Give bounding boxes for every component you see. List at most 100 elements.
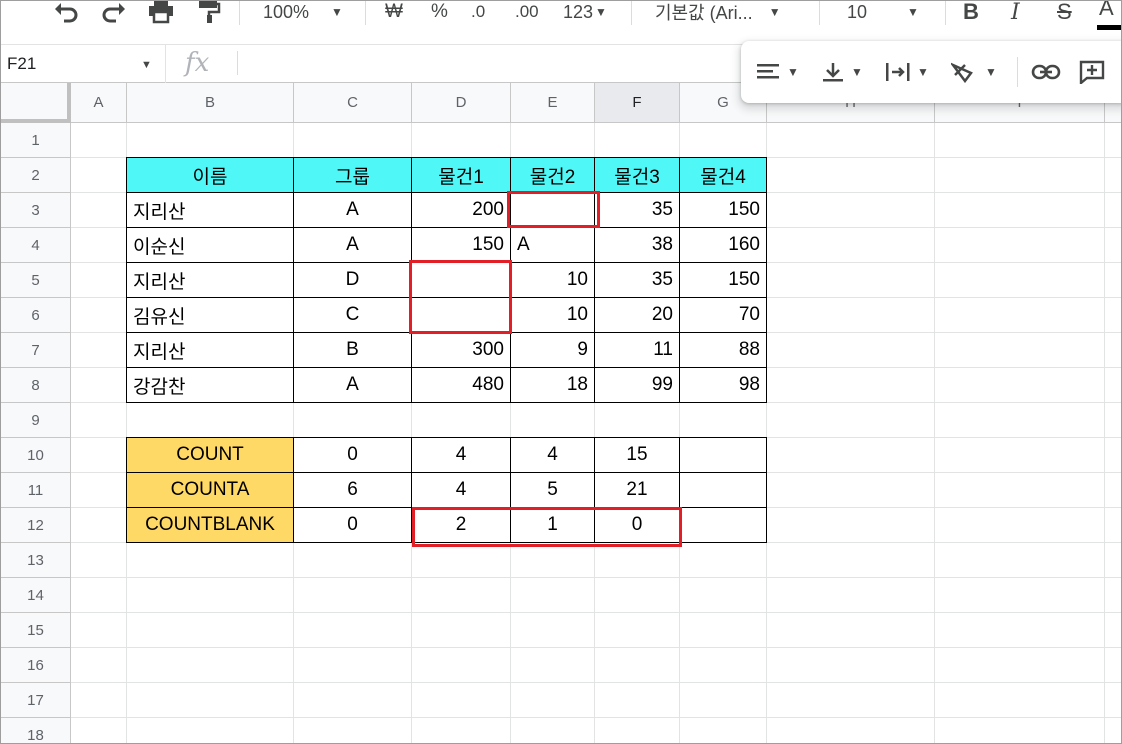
row-header-10[interactable]: 10	[1, 438, 71, 473]
insert-comment-button[interactable]	[1079, 59, 1105, 85]
chevron-down-icon: ▼	[768, 5, 781, 19]
cell-C10[interactable]: 0	[294, 438, 411, 472]
more-formats-button[interactable]: 123 ▼	[563, 1, 607, 29]
decrease-decimal-label: .0	[471, 2, 486, 21]
column-header-a[interactable]: A	[71, 83, 127, 123]
increase-decimal-button[interactable]: .00	[515, 1, 539, 29]
table-border	[293, 367, 294, 403]
table-border	[411, 367, 412, 403]
more-formats-label: 123	[563, 1, 594, 22]
row-header-18[interactable]: 18	[1, 718, 71, 743]
cell-F10[interactable]: 15	[595, 438, 679, 472]
cell-G12[interactable]	[680, 508, 766, 542]
undo-icon[interactable]	[53, 1, 79, 29]
row-header-15[interactable]: 15	[1, 613, 71, 648]
italic-button[interactable]: I	[1011, 0, 1020, 29]
toolbar-divider	[365, 1, 366, 25]
highlight-box-countblank	[412, 507, 682, 547]
row-header-14[interactable]: 14	[1, 578, 71, 613]
row-header-1[interactable]: 1	[1, 123, 71, 158]
cell-reference: F21	[7, 54, 37, 73]
insert-link-button[interactable]	[1031, 59, 1061, 85]
row-header-5[interactable]: 5	[1, 263, 71, 298]
zoom-select[interactable]: 100% ▼	[263, 1, 343, 29]
horizontal-align-button[interactable]: ▼	[757, 59, 799, 85]
gridline	[934, 123, 935, 743]
font-name: 기본값 (Ari...	[655, 3, 753, 23]
strikethrough-label: S	[1057, 0, 1072, 24]
gridline	[71, 647, 1121, 648]
table-border	[679, 367, 680, 403]
cell-F11[interactable]: 21	[595, 473, 679, 507]
row-header-6[interactable]: 6	[1, 298, 71, 333]
highlight-box-e3	[507, 191, 600, 228]
row-header-11[interactable]: 11	[1, 473, 71, 508]
column-header-e[interactable]: E	[511, 83, 595, 123]
vertical-align-button[interactable]: ▼	[821, 59, 863, 85]
increase-decimal-label: .00	[515, 2, 539, 21]
cell-G11[interactable]	[680, 473, 766, 507]
redo-icon[interactable]	[101, 1, 127, 29]
text-rotation-button[interactable]: ▼	[951, 59, 997, 85]
text-color-swatch	[1097, 25, 1121, 30]
cell-D11[interactable]: 4	[412, 473, 510, 507]
print-icon[interactable]	[147, 1, 175, 29]
cell-C11[interactable]: 6	[294, 473, 411, 507]
row-header-3[interactable]: 3	[1, 193, 71, 228]
toolbar-divider	[1017, 57, 1018, 87]
gridline	[71, 577, 1121, 578]
column-header-d[interactable]: D	[412, 83, 511, 123]
strikethrough-button[interactable]: S	[1057, 0, 1072, 29]
row-header-4[interactable]: 4	[1, 228, 71, 263]
row-header-13[interactable]: 13	[1, 543, 71, 578]
row-header-12[interactable]: 12	[1, 508, 71, 543]
cell-C12[interactable]: 0	[294, 508, 411, 542]
cell-D10[interactable]: 4	[412, 438, 510, 472]
decrease-decimal-button[interactable]: .0	[471, 1, 486, 29]
column-header-f[interactable]: F	[595, 83, 680, 123]
formula-input[interactable]	[245, 45, 735, 83]
font-size-select[interactable]: 10 ▼	[847, 1, 919, 29]
row-header-7[interactable]: 7	[1, 333, 71, 368]
font-select[interactable]: 기본값 (Ari... ▼	[655, 1, 781, 29]
currency-format-button[interactable]: ₩	[385, 1, 403, 29]
toolbar: 100% ▼ ₩ % .0 .00 123 ▼ 기본값 (Ari... ▼ 10…	[1, 0, 1121, 45]
zoom-value: 100%	[263, 1, 310, 22]
chevron-down-icon: ▼	[907, 5, 919, 19]
row-header-2[interactable]: 2	[1, 158, 71, 193]
highlight-box-d5-d6	[409, 260, 512, 334]
name-box[interactable]: F21 ▼	[1, 45, 166, 83]
cell-B11[interactable]: COUNTA	[127, 473, 293, 507]
gridline	[71, 682, 1121, 683]
currency-label: ₩	[385, 1, 403, 22]
cell-B10[interactable]: COUNT	[127, 438, 293, 472]
row-header-16[interactable]: 16	[1, 648, 71, 683]
align-bottom-icon	[823, 63, 843, 82]
column-header-c[interactable]: C	[294, 83, 412, 123]
text-color-label: A	[1099, 0, 1114, 20]
cell-B12[interactable]: COUNTBLANK	[127, 508, 293, 542]
select-all-corner[interactable]	[1, 83, 71, 123]
paint-format-icon[interactable]	[197, 1, 221, 29]
italic-label: I	[1011, 0, 1020, 25]
gridline	[1104, 123, 1105, 743]
cell-G10[interactable]	[680, 438, 766, 472]
cell-E11[interactable]: 5	[511, 473, 594, 507]
row-header-9[interactable]: 9	[1, 403, 71, 438]
align-left-icon	[757, 64, 779, 79]
sheet-grid[interactable]: A B C D E F G H I 1 2 3 4 5 6 7 8 9 10 1…	[1, 83, 1121, 743]
text-wrap-button[interactable]: ▼	[885, 59, 929, 85]
percent-label: %	[431, 1, 448, 22]
table-border	[510, 367, 511, 403]
row-header-8[interactable]: 8	[1, 368, 71, 403]
floating-format-toolbar: ▼ ▼ ▼ ▼	[741, 41, 1121, 103]
bold-button[interactable]: B	[963, 0, 979, 29]
bold-label: B	[963, 0, 979, 24]
row-header-17[interactable]: 17	[1, 683, 71, 718]
percent-format-button[interactable]: %	[431, 1, 448, 29]
add-comment-icon	[1079, 60, 1105, 84]
cell-E10[interactable]: 4	[511, 438, 594, 472]
gridline	[71, 717, 1121, 718]
column-header-b[interactable]: B	[127, 83, 294, 123]
chevron-down-icon: ▼	[787, 65, 799, 79]
